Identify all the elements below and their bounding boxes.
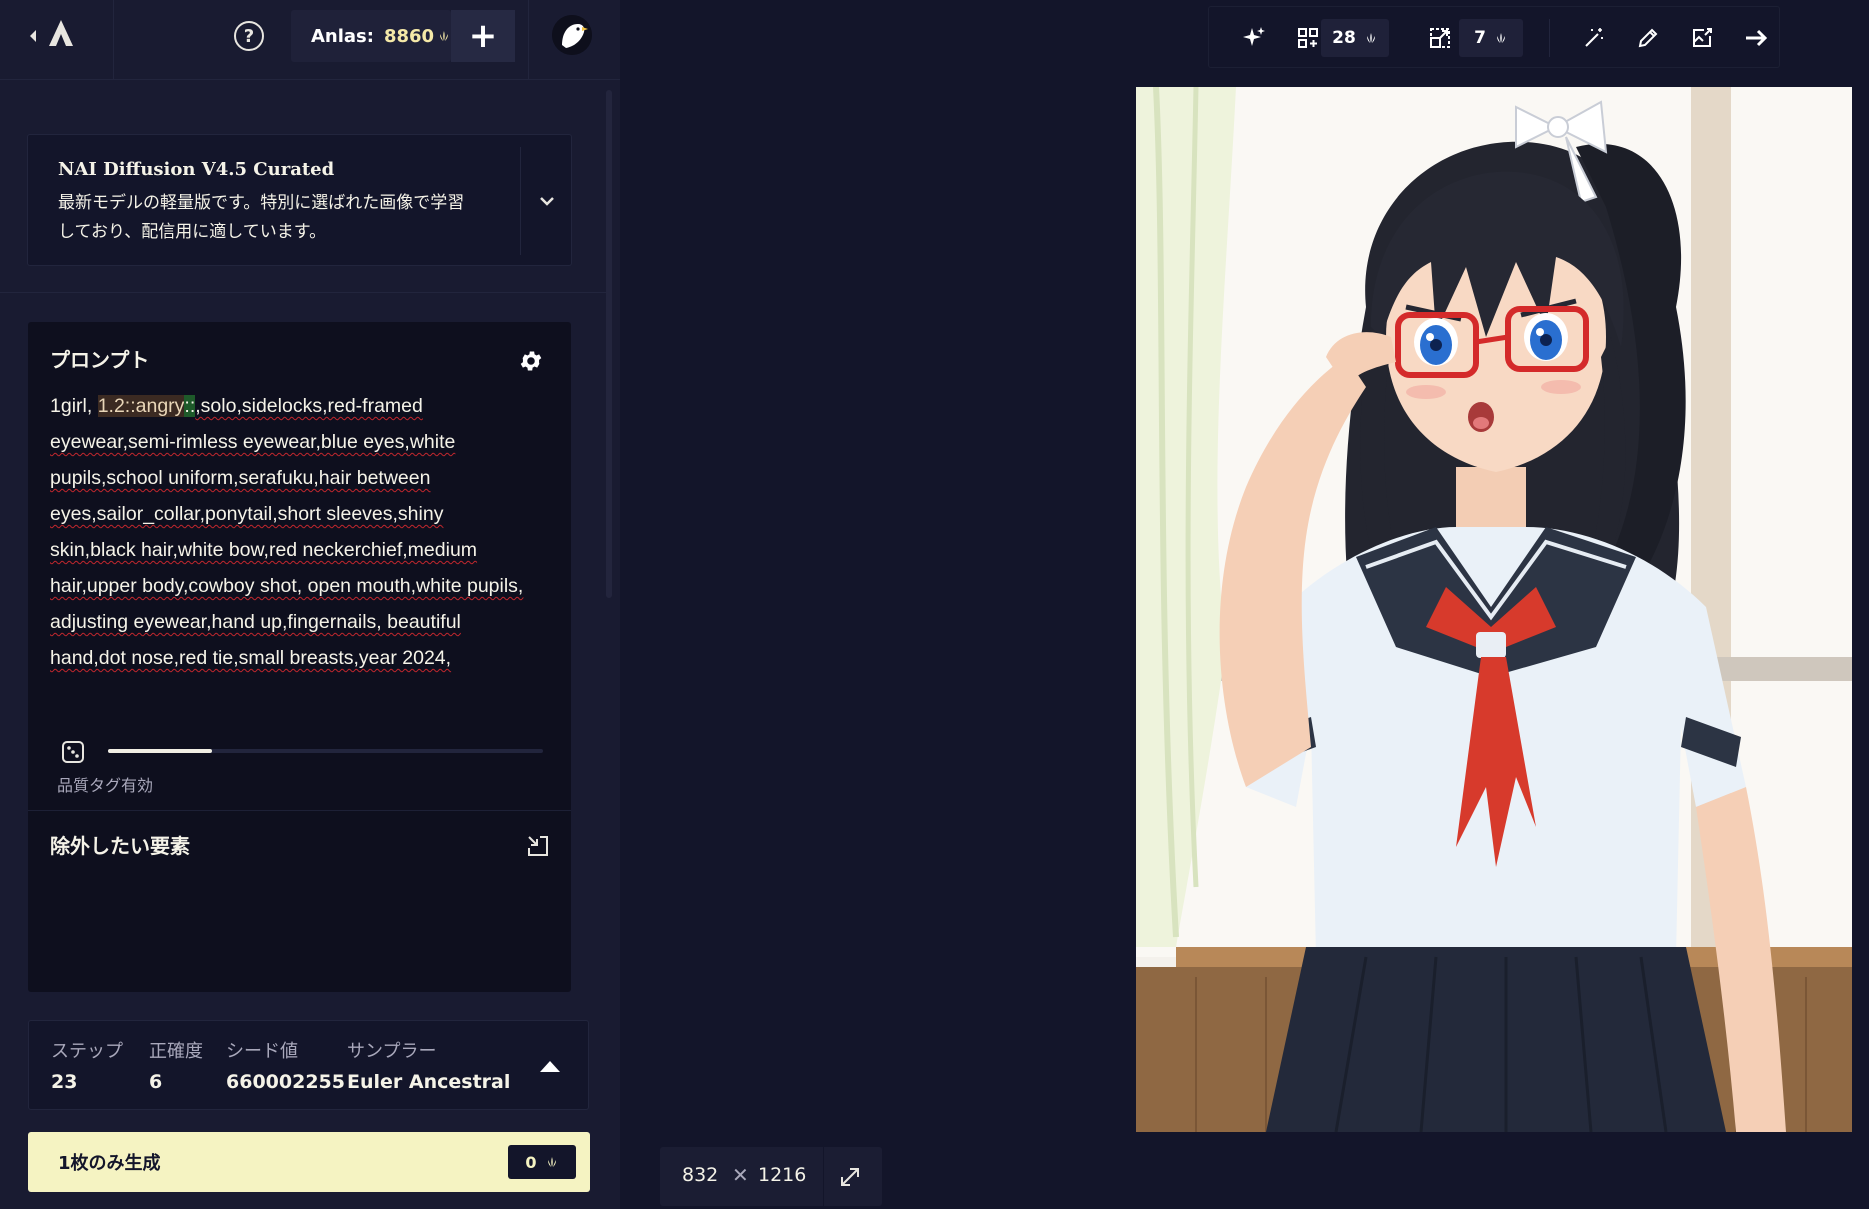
expand-icon[interactable]: [836, 1163, 864, 1191]
prompt-panel: プロンプト 1girl, 1.2::angry::,solo,sidelocks…: [28, 322, 571, 992]
upscale-cost-value: 7: [1474, 28, 1486, 48]
quality-tags-label: 品質タグ有効: [57, 776, 154, 795]
caret-up-icon[interactable]: [538, 1058, 562, 1074]
next-button[interactable]: [1731, 7, 1781, 69]
section-divider: [0, 292, 608, 293]
collapse-sidebar-arrow-icon[interactable]: [26, 26, 40, 46]
topbar-divider: [113, 0, 114, 80]
anlas-icon: [547, 1157, 556, 1167]
prompt-emphasis-end: ::: [184, 395, 196, 417]
generate-cost: 0: [525, 1152, 537, 1172]
generate-label: 1枚のみ生成: [58, 1153, 161, 1174]
generated-image[interactable]: [1136, 87, 1852, 1132]
times-icon: ✕: [732, 1163, 749, 1187]
gear-icon[interactable]: [518, 348, 544, 374]
arrow-right-icon: [1746, 29, 1768, 47]
model-selector[interactable]: NAI Diffusion V4.5 Curated 最新モデルの軽量版です。特…: [27, 134, 572, 266]
model-name: NAI Diffusion V4.5 Curated: [58, 159, 335, 180]
upscale-icon: [1430, 28, 1450, 48]
upscale-cost: 7: [1459, 19, 1523, 57]
edit-image-button[interactable]: [1677, 7, 1727, 69]
anlas-icon: [440, 31, 449, 41]
enhance-button[interactable]: [1229, 7, 1279, 69]
negative-presets-icon[interactable]: [526, 834, 550, 858]
generate-button[interactable]: 1枚のみ生成 0: [28, 1132, 590, 1192]
sparkle-icon: [1243, 27, 1265, 46]
seed-value: 660002255: [226, 1071, 345, 1093]
image-height: 1216: [758, 1164, 807, 1186]
image-toolbar: 28 7: [1208, 6, 1780, 68]
topbar-divider: [528, 0, 529, 80]
quality-tag-slider-fill: [108, 749, 213, 753]
anime-girl-illustration: [1136, 87, 1852, 1132]
generate-cost-badge: 0: [508, 1145, 576, 1179]
image-edit-icon: [1693, 28, 1712, 47]
prompt-emphasis: 1.2::angry: [97, 395, 185, 417]
toolbar-divider: [1549, 19, 1550, 57]
upscale-button[interactable]: [1415, 7, 1465, 69]
variations-cost: 28: [1321, 19, 1389, 57]
chevron-down-icon[interactable]: [533, 187, 561, 215]
steps-value: 23: [51, 1071, 78, 1093]
prompt-text-rest: ,solo,sidelocks,red-framed eyewear,semi-…: [50, 395, 524, 669]
pencil-icon: [1638, 28, 1658, 48]
image-width: 832: [682, 1164, 719, 1186]
penguin-avatar-icon: [552, 15, 592, 55]
avatar[interactable]: [552, 15, 592, 55]
negative-divider: [28, 810, 571, 811]
novelai-logo-icon[interactable]: [46, 18, 76, 50]
sidebar: ? Anlas: 8860 + NAI Diffusion V4.5 Curat…: [0, 0, 620, 1209]
model-description: 最新モデルの軽量版です。特別に選ばれた画像で学習しており、配信用に適しています。: [58, 193, 465, 242]
negative-prompt-title: 除外したい要素: [50, 834, 190, 858]
negative-prompt-input[interactable]: [28, 872, 571, 992]
sampler-setting: サンプラー Euler Ancestral: [347, 1037, 510, 1093]
seed-label: シード値: [226, 1041, 298, 1062]
image-size-box: 832 ✕ 1216: [660, 1147, 882, 1206]
variations-cost-value: 28: [1332, 28, 1356, 48]
app-root: ? Anlas: 8860 + NAI Diffusion V4.5 Curat…: [0, 0, 1869, 1209]
sampler-label: サンプラー: [347, 1041, 437, 1062]
buy-anlas-button[interactable]: +: [451, 10, 515, 62]
anlas-label: Anlas:: [311, 25, 374, 47]
variations-grid-icon: [1298, 28, 1318, 48]
guidance-value: 6: [149, 1071, 163, 1093]
sidebar-topbar: ? Anlas: 8860 +: [0, 0, 620, 80]
guidance-label: 正確度: [149, 1041, 203, 1062]
seed-setting: シード値 660002255: [226, 1037, 345, 1093]
prompt-text-start: 1girl,: [50, 395, 98, 417]
anlas-value: 8860: [383, 25, 435, 47]
magic-wand-button[interactable]: [1569, 7, 1619, 69]
steps-setting: ステップ 23: [51, 1037, 123, 1093]
prompt-title: プロンプト: [50, 348, 150, 372]
prompt-input[interactable]: 1girl, 1.2::angry::,solo,sidelocks,red-f…: [50, 388, 530, 676]
anlas-icon: [1496, 33, 1505, 43]
model-divider: [520, 147, 521, 255]
dice-icon[interactable]: [61, 740, 85, 764]
inpaint-button[interactable]: [1623, 7, 1673, 69]
anlas-icon: [1366, 33, 1375, 43]
sidebar-scrollbar[interactable]: [606, 90, 612, 598]
generation-settings[interactable]: ステップ 23 正確度 6 シード値 660002255 サンプラー Euler…: [28, 1020, 589, 1110]
steps-label: ステップ: [51, 1041, 123, 1062]
sampler-value: Euler Ancestral: [347, 1071, 511, 1093]
help-button[interactable]: ?: [234, 21, 264, 51]
guidance-setting: 正確度 6: [149, 1037, 203, 1093]
quality-tag-slider[interactable]: [108, 749, 543, 753]
anlas-balance: Anlas: 8860: [291, 10, 451, 62]
size-divider: [823, 1147, 824, 1206]
magic-wand-icon: [1585, 28, 1603, 47]
